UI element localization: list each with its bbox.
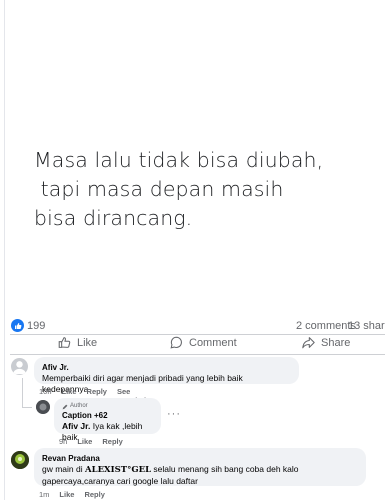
page-avatar-icon [36, 400, 50, 414]
avatar-default[interactable] [11, 358, 28, 375]
quote-line-3: bisa dirancang. [34, 206, 193, 230]
quote-line-2: tapi masa depan masih [34, 177, 284, 201]
comment-text: gw main di ALEXIST°GEL selalu menang sih… [42, 464, 299, 486]
quote-line-1: Masa lalu tidak bisa diubah, [34, 148, 324, 172]
actions-divider [10, 354, 385, 355]
reaction-stats-row: 199 2 comments 13 shares [10, 318, 385, 334]
share-arrow-icon [302, 337, 315, 349]
comment-author[interactable]: Afiv Jr. [42, 362, 291, 373]
thread-line-horizontal [22, 407, 32, 408]
comment-button[interactable]: Comment [170, 336, 237, 349]
comment-bubble: Afiv Jr. Memperbaiki diri agar menjadi p… [34, 357, 299, 394]
post-action-bar: Like Comment Share [10, 333, 385, 353]
user-silhouette-icon [13, 361, 26, 375]
like-reaction-icon[interactable] [11, 319, 24, 332]
comment-author[interactable]: Revan Pradana [42, 453, 358, 464]
shares-count[interactable]: 13 shares [348, 320, 385, 332]
comment-like-link[interactable]: Like [59, 490, 74, 499]
pencil-icon [62, 404, 68, 409]
thread-line-vertical [22, 378, 23, 408]
thumbs-up-icon [58, 337, 71, 348]
author-badge-label: Author [70, 403, 88, 409]
reply-meta: 9h Like Reply [59, 437, 123, 446]
comment-button-label: Comment [189, 336, 237, 349]
reply-like-link[interactable]: Like [77, 437, 92, 446]
share-button[interactable]: Share [302, 336, 350, 349]
more-options-icon[interactable]: ··· [167, 408, 181, 420]
comment-meta: 1m Like Reply [39, 490, 105, 499]
comments-count[interactable]: 2 comments [296, 320, 356, 332]
reply-reply-link[interactable]: Reply [102, 437, 122, 446]
like-button[interactable]: Like [58, 336, 97, 349]
comment-reply-link[interactable]: Reply [84, 490, 104, 499]
commenter-avatar[interactable] [11, 451, 29, 469]
reply-time[interactable]: 9h [59, 437, 67, 446]
reaction-count[interactable]: 199 [27, 320, 45, 332]
comment-time[interactable]: 1m [39, 490, 49, 499]
brand-name: ALEXIST°GEL [85, 465, 152, 475]
share-button-label: Share [321, 336, 351, 349]
profile-photo-icon [11, 451, 29, 469]
like-button-label: Like [77, 336, 98, 349]
author-avatar[interactable] [36, 400, 50, 414]
reply-author[interactable]: Caption +62 [62, 410, 153, 421]
author-badge: Author [62, 403, 153, 410]
post-quote-text: Masa lalu tidak bisa diubah, tapi masa d… [34, 146, 323, 233]
comment-bubble-icon [170, 336, 182, 349]
reply-mention[interactable]: Afiv Jr. [62, 421, 90, 431]
reply-bubble: Author Caption +62 Afiv Jr. Iya kak ,leb… [54, 398, 161, 442]
comment-bubble: Revan Pradana gw main di ALEXIST°GEL sel… [34, 448, 366, 486]
